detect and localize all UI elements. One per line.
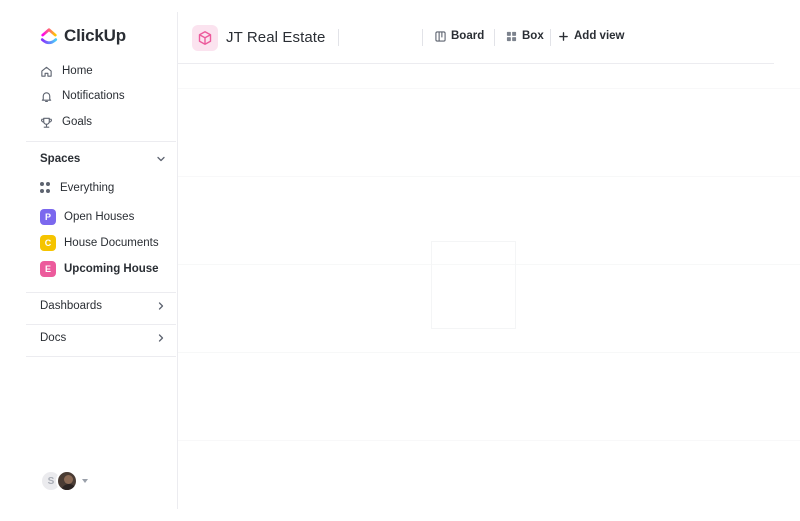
chevron-right-icon [158, 302, 164, 310]
chevron-down-icon[interactable] [156, 154, 166, 164]
sidebar-divider [26, 141, 176, 142]
space-badge-p: P [40, 209, 56, 225]
cube-icon [198, 31, 212, 45]
plus-icon [559, 31, 568, 41]
sidebar-divider [26, 356, 176, 357]
user-menu[interactable]: S [40, 470, 88, 492]
header-divider [422, 29, 423, 46]
add-view-button[interactable]: Add view [558, 30, 624, 42]
calendar-gridline [178, 352, 800, 353]
page-title: JT Real Estate [226, 29, 326, 46]
space-house-documents-label: House Documents [64, 237, 159, 249]
clickup-logo[interactable]: ClickUp [40, 26, 126, 46]
header-divider [338, 29, 339, 46]
calendar-gridline [178, 88, 800, 89]
tab-box[interactable]: Box [506, 30, 544, 42]
dashboards-label: Dashboards [40, 300, 103, 312]
nav-home-label: Home [62, 65, 93, 77]
workspace-icon [192, 25, 218, 51]
sidebar-divider [26, 292, 176, 293]
header-divider [550, 29, 551, 46]
spaces-header[interactable]: Spaces [40, 153, 166, 165]
box-grid-icon [506, 31, 517, 41]
space-upcoming-house[interactable]: E Upcoming House [40, 261, 159, 277]
nav-home[interactable]: Home [40, 62, 93, 80]
bell-icon [41, 91, 52, 102]
calendar-view-faded [178, 64, 800, 509]
calendar-gridline [178, 440, 800, 441]
add-view-label: Add view [574, 30, 625, 42]
sidebar-divider [26, 324, 176, 325]
space-everything-label: Everything [60, 182, 115, 194]
grid-dots-icon [40, 182, 52, 194]
space-open-houses-label: Open Houses [64, 211, 135, 223]
sidebar: ClickUp Home Notifications Goals Spaces … [26, 12, 178, 509]
nav-notifications-label: Notifications [62, 90, 125, 102]
clickup-logo-icon [40, 28, 58, 45]
docs-label: Docs [40, 332, 67, 344]
chevron-right-icon [158, 334, 164, 342]
nav-goals-label: Goals [62, 116, 93, 128]
space-everything[interactable]: Everything [40, 182, 114, 194]
space-house-documents[interactable]: C House Documents [40, 235, 159, 251]
docs-row[interactable]: Docs [40, 332, 166, 344]
calendar-gridline [178, 176, 800, 177]
trophy-icon [41, 117, 52, 128]
calendar-cell-highlight [431, 241, 516, 329]
space-badge-c: C [40, 235, 56, 251]
header: JT Real Estate Board Box Add view [178, 12, 774, 64]
space-open-houses[interactable]: P Open Houses [40, 209, 134, 225]
header-divider [494, 29, 495, 46]
board-icon [435, 30, 446, 42]
caret-down-icon[interactable] [82, 479, 88, 483]
logo-text: ClickUp [64, 26, 126, 45]
tab-board-label: Board [451, 30, 485, 42]
spaces-title: Spaces [40, 153, 81, 165]
home-icon [41, 66, 52, 77]
avatar-photo[interactable] [56, 470, 78, 492]
space-upcoming-house-label: Upcoming House [64, 263, 159, 275]
nav-notifications[interactable]: Notifications [40, 87, 125, 105]
nav-goals[interactable]: Goals [40, 113, 92, 131]
space-badge-e: E [40, 261, 56, 277]
tab-box-label: Box [522, 30, 544, 42]
dashboards-row[interactable]: Dashboards [40, 300, 166, 312]
tab-board[interactable]: Board [435, 30, 484, 42]
